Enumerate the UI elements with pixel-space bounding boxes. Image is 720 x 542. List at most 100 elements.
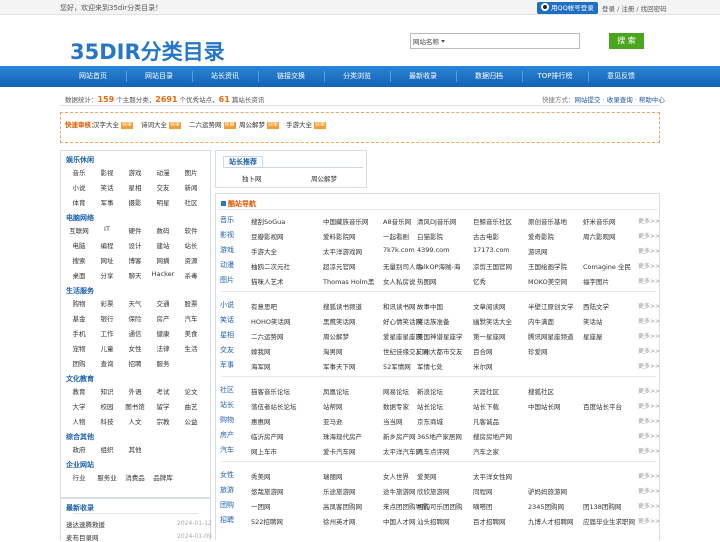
category-link[interactable]: 人文 <box>121 416 149 426</box>
cool-category-link[interactable]: 社区 <box>220 385 234 395</box>
more-link[interactable]: 更多>> <box>638 446 660 455</box>
category-link[interactable]: 硬件 <box>121 225 149 235</box>
category-link[interactable]: 桌面 <box>65 270 93 280</box>
cool-site-link[interactable]: 游讯网 <box>528 246 548 256</box>
recent-item[interactable]: 麦布目录网 <box>66 532 99 542</box>
category-link[interactable]: 互联网 <box>65 225 93 235</box>
cool-site-link[interactable]: 爱卡汽车网 <box>323 446 356 456</box>
category-link[interactable]: 公益 <box>177 416 205 426</box>
cool-site-link[interactable]: 原创音乐基地 <box>528 216 567 226</box>
cool-site-link[interactable]: 军事天下网 <box>323 361 356 371</box>
category-link[interactable]: 站长 <box>177 240 205 250</box>
cool-site-link[interactable]: 腾讯网星座频道 <box>528 331 574 341</box>
category-title[interactable]: 电脑网络 <box>66 213 94 223</box>
cool-site-link[interactable]: 百合网 <box>473 346 493 356</box>
cool-site-link[interactable]: 第一星座网 <box>473 331 506 341</box>
category-link[interactable]: 交通 <box>149 298 177 308</box>
category-link[interactable]: 大学 <box>65 401 93 411</box>
cool-category-link[interactable]: 团购 <box>220 500 234 510</box>
category-link[interactable]: 行业 <box>65 472 93 482</box>
cool-site-link[interactable]: 同程网 <box>473 486 493 496</box>
cool-site-link[interactable]: 秀美网 <box>251 471 271 481</box>
cool-site-link[interactable]: 嘀嗒团 <box>473 501 493 511</box>
cool-site-link[interactable]: 悠哉旅游网 <box>251 486 284 496</box>
cool-site-link[interactable]: 爱奇影院 <box>528 231 554 241</box>
cool-site-link[interactable]: 天涯社区 <box>473 386 499 396</box>
category-link[interactable]: 组织 <box>93 444 121 454</box>
cool-site-link[interactable]: 搜狐读书频道 <box>323 301 362 311</box>
cool-site-link[interactable]: 和讯读书网 <box>383 301 416 311</box>
quick-audit-item[interactable]: 手游大全 快审 <box>286 119 327 129</box>
nav-item[interactable]: TOP排行榜 <box>522 66 588 87</box>
cool-category-link[interactable]: 图片 <box>220 275 234 285</box>
category-link[interactable]: 资源 <box>177 255 205 265</box>
nav-item[interactable]: 最新收录 <box>390 66 456 87</box>
cool-site-link[interactable]: 2345团购网 <box>528 501 564 511</box>
cool-site-link[interactable]: 52军情网 <box>383 361 411 371</box>
more-link[interactable]: 更多>> <box>638 486 660 495</box>
recommend-item[interactable]: 独卜网 <box>242 173 262 183</box>
category-link[interactable]: 网摘 <box>149 255 177 265</box>
cool-site-link[interactable]: 猫客音乐论坛 <box>251 386 290 396</box>
category-link[interactable]: 摄影 <box>121 197 149 207</box>
category-link[interactable]: 工作 <box>93 328 121 338</box>
cool-site-link[interactable]: 故事中国 <box>417 301 443 311</box>
category-title[interactable]: 企业网站 <box>66 460 94 470</box>
cool-site-link[interactable]: 可购可乐团团购 <box>417 501 463 511</box>
cool-site-link[interactable]: 古古电影 <box>473 231 499 241</box>
category-link[interactable]: 游戏 <box>121 167 149 177</box>
category-link[interactable]: Hacker <box>149 270 177 278</box>
cool-site-link[interactable]: 乐途旅游网 <box>323 486 356 496</box>
cool-site-link[interactable]: 当当网 <box>383 416 403 426</box>
cool-category-link[interactable]: 站长 <box>220 400 234 410</box>
cool-site-link[interactable]: 站帮网 <box>323 401 343 411</box>
more-link[interactable]: 更多>> <box>638 431 660 440</box>
cool-site-link[interactable]: 手游大全 <box>251 246 277 256</box>
cool-category-link[interactable]: 影视 <box>220 230 234 240</box>
more-link[interactable]: 更多>> <box>638 401 660 410</box>
more-link[interactable]: 更多>> <box>638 261 660 270</box>
cool-site-link[interactable]: 4399.com <box>417 246 450 254</box>
more-link[interactable]: 更多>> <box>638 416 660 425</box>
category-link[interactable]: IT <box>93 225 121 233</box>
more-link[interactable]: 更多>> <box>638 316 660 325</box>
cool-site-link[interactable]: 女人私房说 <box>383 276 416 286</box>
cool-site-link[interactable]: 高凤客团购网 <box>323 501 362 511</box>
find-password-link[interactable]: 找回密码 <box>641 5 667 13</box>
nav-item[interactable]: 链接交换 <box>258 66 324 87</box>
cool-site-link[interactable]: 美国神谱星座学 <box>417 331 463 341</box>
quick-audit-item[interactable]: 诗词大全 快审 <box>141 119 182 129</box>
cool-site-link[interactable]: 太平洋女性网 <box>473 471 512 481</box>
category-link[interactable]: 彩票 <box>93 298 121 308</box>
category-title[interactable]: 生活服务 <box>66 286 94 296</box>
cool-site-link[interactable]: 百才招聘网 <box>473 516 506 526</box>
cool-site-link[interactable]: 广州大都市交友 <box>417 346 463 356</box>
cool-category-link[interactable]: 小说 <box>220 300 234 310</box>
more-link[interactable]: 更多>> <box>638 331 660 340</box>
cool-site-link[interactable]: 热图网 <box>417 276 437 286</box>
category-link[interactable]: 天气 <box>121 298 149 308</box>
cool-site-link[interactable]: 珍爱网 <box>528 346 548 356</box>
cool-site-link[interactable]: 幽默笑话大全 <box>473 316 512 326</box>
more-link[interactable]: 更多>> <box>638 231 660 240</box>
cool-site-link[interactable]: 笑话族准备 <box>417 316 450 326</box>
cool-site-link[interactable]: 365地产家居网 <box>417 431 462 441</box>
cool-site-link[interactable]: A8音乐网 <box>383 216 411 226</box>
category-link[interactable]: 房产 <box>149 313 177 323</box>
category-link[interactable]: 体育 <box>65 197 93 207</box>
cool-site-link[interactable]: 二六运势网 <box>251 331 284 341</box>
cool-category-link[interactable]: 笑话 <box>220 315 234 325</box>
cool-site-link[interactable]: 中国人才网 <box>383 516 416 526</box>
cool-site-link[interactable]: 应届毕业生求职网 <box>583 516 635 526</box>
cool-site-link[interactable]: 猫咪人艺术 <box>251 276 284 286</box>
category-link[interactable]: 杀毒 <box>177 270 205 280</box>
cool-site-link[interactable]: TalkOP海贼-海 <box>417 261 460 271</box>
category-link[interactable]: 编程 <box>93 240 121 250</box>
cool-category-link[interactable]: 招聘 <box>220 515 234 525</box>
category-link[interactable]: 教育 <box>65 386 93 396</box>
cool-site-link[interactable]: 亚马逊 <box>323 416 343 426</box>
cool-site-link[interactable]: 军情七处 <box>417 361 443 371</box>
cool-site-link[interactable]: 巨鲸音乐社区 <box>473 216 512 226</box>
category-link[interactable]: 购物 <box>65 298 93 308</box>
cool-site-link[interactable]: 福字图片 <box>583 276 609 286</box>
